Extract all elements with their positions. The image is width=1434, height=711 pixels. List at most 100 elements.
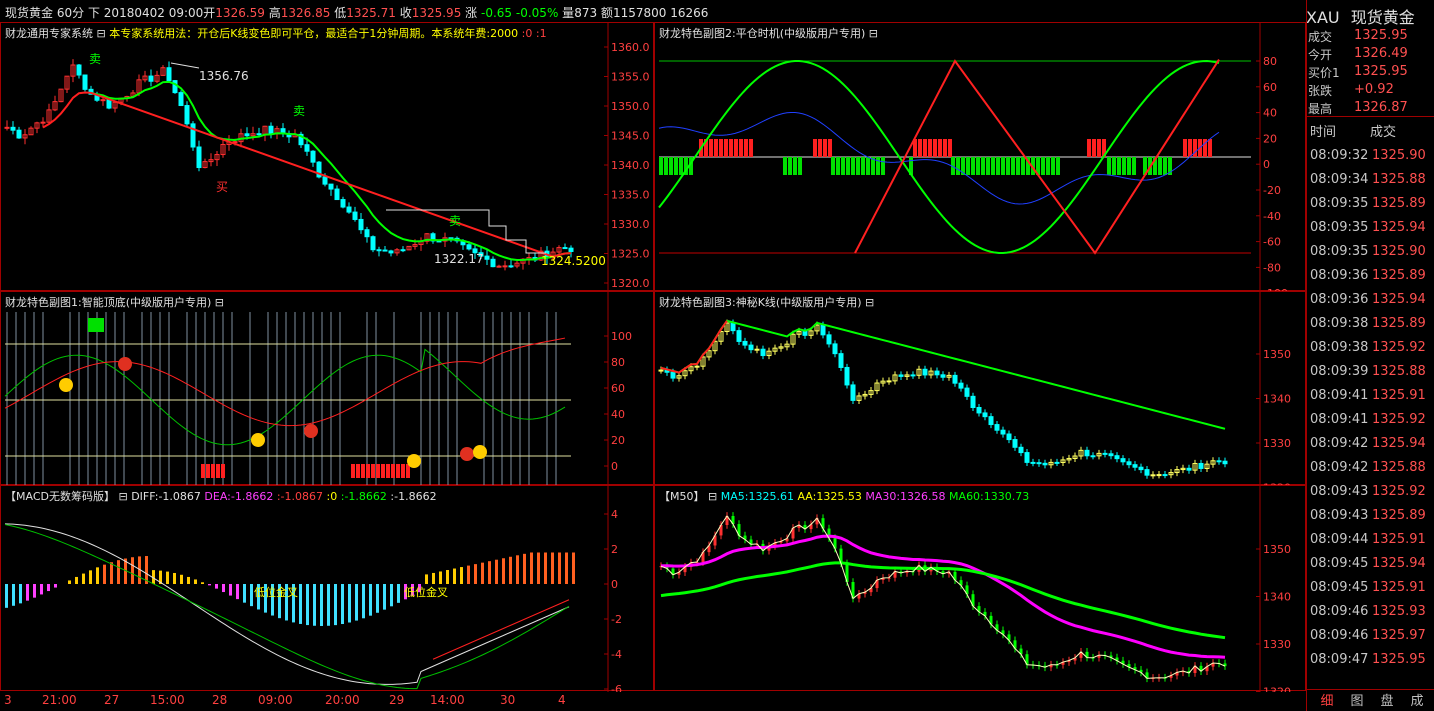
sub1-panel[interactable]: 财龙特色副图1:智能顶底(中级版用户专用) ⊟ 100 80 60 40 20 0 [0, 291, 654, 486]
macd-bar [299, 584, 302, 624]
candle-body [328, 183, 334, 190]
signal-bar [818, 139, 822, 157]
signal-bar [933, 139, 937, 157]
signal-bar [749, 139, 753, 157]
candle-body [742, 340, 748, 346]
tick-time: 08:09:34 [1310, 172, 1369, 187]
macd-bar [474, 564, 477, 584]
x-axis-label: 27 [104, 693, 120, 707]
sub3-panel[interactable]: 财龙特色副图3:神秘K线(中级版用户专用) ⊟ 1350134013301320 [654, 291, 1306, 486]
price-tick-label: 1340.0 [611, 159, 650, 172]
macd-bar [103, 564, 106, 584]
signal-bar [836, 157, 840, 175]
macd-tick-label: 4 [611, 508, 618, 521]
signal-bar [866, 157, 870, 175]
bottom-tab[interactable]: 成 [1406, 690, 1428, 710]
macd-bar [537, 552, 540, 584]
tick-time: 08:09:32 [1310, 148, 1369, 163]
sub1-tick-label: 100 [611, 330, 632, 343]
x-axis-label: 15:00 [150, 693, 185, 707]
macd-bar [131, 557, 134, 584]
signal-dot [118, 357, 132, 371]
candle-body [568, 247, 574, 252]
signal-dot [407, 454, 421, 468]
signal-bar [211, 464, 215, 478]
macd-tick-label: -2 [611, 613, 622, 626]
macd-bar [523, 553, 526, 584]
candle-body [322, 176, 328, 185]
signal-bar [396, 464, 400, 478]
candle-body [106, 99, 112, 109]
sub3-tick-label: 1330 [1263, 437, 1291, 450]
signal-bar [206, 464, 210, 478]
candle-body [16, 129, 22, 139]
sub2-panel[interactable]: 财龙特色副图2:平仓时机(中级版用户专用) ⊟ 80 60 40 20 0 -20 -40-… [654, 22, 1306, 292]
macd-bar [110, 562, 113, 584]
bottom-tab[interactable]: 盘 [1376, 690, 1398, 710]
tick-price: 1325.88 [1372, 364, 1426, 379]
signal-bar [783, 157, 787, 175]
signal-bar [381, 464, 385, 478]
golden-cross-label: 低位金叉 [254, 586, 298, 599]
signal-bar [709, 139, 713, 157]
signal-bar [846, 157, 850, 175]
candle-body [1162, 474, 1168, 477]
candle-body [244, 133, 250, 137]
low-value: 1325.71 [346, 6, 396, 20]
price-tick-label: 1320.0 [611, 277, 650, 290]
candle-body [670, 371, 676, 379]
candle-body [352, 211, 358, 220]
bottom-tab[interactable]: 细 [1316, 690, 1338, 710]
signal-bar [1188, 139, 1192, 157]
macd-bar [47, 584, 50, 592]
candle-body [196, 146, 202, 169]
main-kline-panel[interactable]: 财龙通用专家系统 ⊟ 本专家系统用法：开仓后K线变色即可平仓，最适合于1分钟周期… [0, 22, 654, 292]
signal-bar [1122, 157, 1126, 175]
price-tick-label: 1325.0 [611, 248, 650, 261]
symbol-name[interactable]: 现货黄金 [5, 6, 53, 20]
signal-bar [1006, 157, 1010, 175]
macd-bar [250, 584, 253, 607]
price-header: 成交 [1370, 125, 1397, 140]
candle-body [172, 80, 178, 94]
bottom-tab[interactable]: 图 [1346, 690, 1368, 710]
signal-bar [714, 139, 718, 157]
signal-dot [460, 447, 474, 461]
macd-bar [509, 556, 512, 584]
macd-bar [551, 552, 554, 584]
signal-bar [918, 139, 922, 157]
candle-body [1150, 474, 1156, 477]
candle-body [562, 247, 568, 250]
price-tick-label: 1345.0 [611, 130, 650, 143]
x-axis-label: 09:00 [258, 693, 293, 707]
candle-body [736, 330, 742, 342]
signal-bar [856, 157, 860, 175]
x-axis-label: 20:00 [325, 693, 360, 707]
tick-price: 1325.94 [1372, 292, 1426, 307]
tick-time: 08:09:36 [1310, 292, 1369, 307]
amount-value: 1157800 [612, 6, 667, 20]
signal-bar [1056, 157, 1060, 175]
ma-panel[interactable]: 【M50】 ⊟ MA5:1325.61 AA:1325.53 MA30:1326… [654, 485, 1306, 692]
macd-bar [544, 552, 547, 584]
candle-body [340, 199, 346, 208]
signal-bar [659, 157, 663, 175]
macd-bar [12, 584, 15, 606]
tick-time: 08:09:38 [1310, 340, 1369, 355]
candle-body [1000, 429, 1006, 435]
signal-bar [1021, 157, 1025, 175]
signal-bar [943, 139, 947, 157]
candle-body [256, 133, 262, 136]
ann-high: 1356.76 [199, 69, 249, 83]
candle-body [1024, 452, 1030, 463]
macd-panel[interactable]: 【MACD无数筹码版】 ⊟ DIFF:-1.0867 DEA:-1.8662 :… [0, 485, 654, 692]
candle-body [334, 188, 340, 201]
period-label[interactable]: 60分 [57, 6, 84, 20]
signal-bar [823, 139, 827, 157]
sub2-tick-label: 20 [1263, 132, 1277, 145]
sell-signal: 卖 [89, 52, 102, 66]
candle-body [886, 380, 892, 383]
macd-bar [243, 584, 246, 603]
open-label: 开 [203, 6, 216, 20]
golden-cross-label: 低位金叉 [404, 586, 448, 599]
